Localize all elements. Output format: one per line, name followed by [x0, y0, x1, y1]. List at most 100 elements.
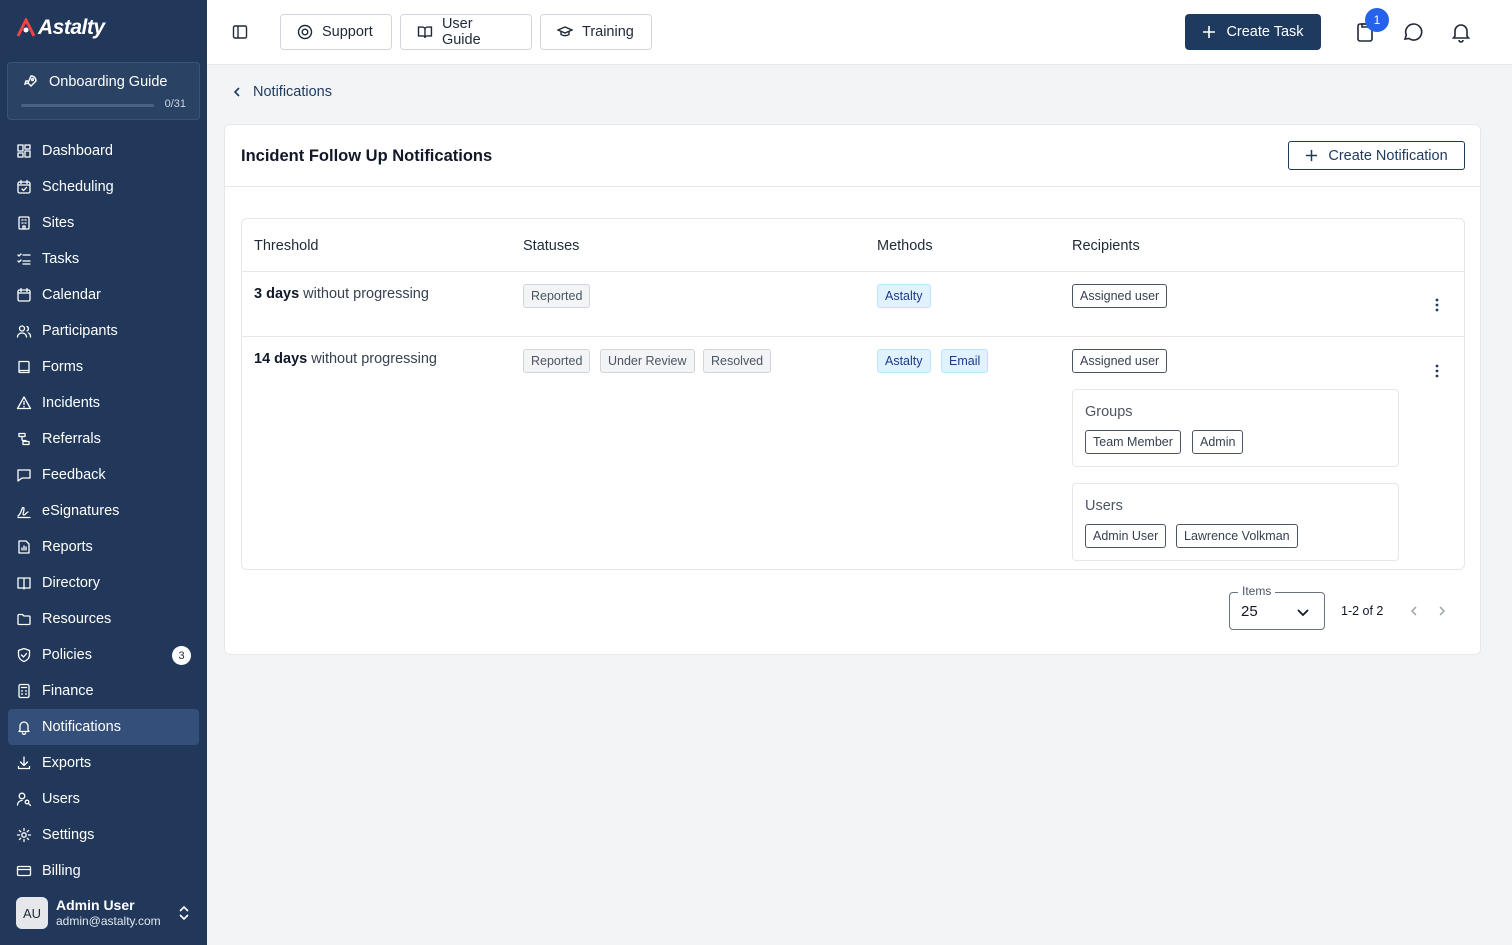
sidebar-item-participants[interactable]: Participants: [8, 313, 199, 349]
sidebar-item-label: Resources: [42, 611, 112, 627]
items-value: 25: [1241, 603, 1258, 620]
sidebar-item-users[interactable]: Users: [8, 781, 199, 817]
sidebar-item-finance[interactable]: Finance: [8, 673, 199, 709]
column-header-recipients: Recipients: [1072, 238, 1140, 254]
method-badge: Email: [941, 349, 989, 373]
sidebar-nav: Dashboard Scheduling Sites Tasks Calendar Par…: [8, 133, 199, 889]
items-label: Items: [1238, 584, 1276, 598]
sidebar-item-tasks[interactable]: Tasks: [8, 241, 199, 277]
row-actions-kebab-icon[interactable]: [1429, 363, 1445, 379]
rocket-icon: [23, 75, 37, 87]
training-label: Training: [582, 24, 634, 40]
status-badge: Under Review: [600, 349, 695, 373]
onboarding-progress-count: 0/31: [164, 98, 186, 110]
sidebar-item-label: Sites: [42, 215, 75, 231]
method-badge: Astalty: [877, 349, 931, 373]
sidebar-item-label: Settings: [42, 827, 95, 843]
sidebar-item-directory[interactable]: Directory: [8, 565, 199, 601]
notifications-card: Incident Follow Up Notifications Create …: [224, 124, 1481, 655]
sidebar-item-policies[interactable]: Policies 3: [8, 637, 199, 673]
app-logo[interactable]: Astalty: [16, 16, 105, 39]
user-email: admin@astalty.com: [56, 914, 161, 928]
user-badge: Lawrence Volkman: [1176, 524, 1298, 548]
create-task-button[interactable]: Create Task: [1185, 14, 1321, 50]
support-button[interactable]: Support: [280, 14, 392, 50]
top-header: Support User Guide Training Create Task …: [207, 0, 1512, 65]
column-header-threshold: Threshold: [254, 238, 319, 254]
items-per-page-select[interactable]: Items 25: [1229, 584, 1325, 630]
list-checks-icon: [17, 253, 31, 265]
onboarding-progress-bar: [21, 104, 154, 107]
user-guide-button[interactable]: User Guide: [400, 14, 532, 50]
sidebar-item-forms[interactable]: Forms: [8, 349, 199, 385]
chevron-left-icon: [233, 87, 240, 97]
sidebar-item-incidents[interactable]: Incidents: [8, 385, 199, 421]
sidebar: Astalty Onboarding Guide 0/31 Dashboard S…: [0, 0, 207, 945]
folder-icon: [17, 613, 31, 626]
sidebar-item-exports[interactable]: Exports: [8, 745, 199, 781]
sidebar-item-calendar[interactable]: Calendar: [8, 277, 199, 313]
shield-icon: [17, 647, 31, 663]
sidebar-item-label: Participants: [42, 323, 118, 339]
sidebar-item-feedback[interactable]: Feedback: [8, 457, 199, 493]
chevron-down-icon: [1297, 609, 1309, 617]
sidebar-item-sites[interactable]: Sites: [8, 205, 199, 241]
sidebar-item-esignatures[interactable]: eSignatures: [8, 493, 199, 529]
bell-icon[interactable]: [1449, 20, 1473, 44]
sidebar-item-notifications[interactable]: Notifications: [8, 709, 199, 745]
card-icon: [16, 865, 32, 877]
message-icon: [17, 469, 31, 482]
row-actions-kebab-icon[interactable]: [1429, 297, 1445, 313]
sidebar-item-dashboard[interactable]: Dashboard: [8, 133, 199, 169]
status-badge: Resolved: [703, 349, 772, 373]
create-notification-label: Create Notification: [1328, 147, 1448, 164]
support-label: Support: [322, 24, 373, 40]
graduation-cap-icon: [557, 26, 573, 37]
sidebar-item-label: Feedback: [42, 467, 106, 483]
next-page-icon[interactable]: [1436, 605, 1448, 617]
status-badge: Reported: [523, 284, 591, 308]
sidebar-item-billing[interactable]: Billing: [8, 853, 199, 889]
onboarding-title: Onboarding Guide: [49, 74, 168, 90]
sidebar-item-label: Scheduling: [42, 179, 114, 195]
sidebar-item-label: Users: [42, 791, 80, 807]
calendar-icon: [17, 287, 31, 302]
sidebar-item-label: Finance: [42, 683, 94, 699]
sidebar-item-label: Directory: [42, 575, 101, 591]
plus-icon: [1203, 26, 1216, 38]
sidebar-item-badge: 3: [172, 646, 191, 665]
gear-icon: [16, 827, 32, 843]
sidebar-item-reports[interactable]: Reports: [8, 529, 199, 565]
group-badge: Admin: [1192, 430, 1244, 454]
logo-mark-icon: [16, 18, 36, 37]
header-divider: [242, 271, 1464, 272]
card-header: Incident Follow Up Notifications Create …: [225, 125, 1480, 187]
dashboard-icon: [17, 144, 31, 158]
chat-icon[interactable]: [1401, 20, 1425, 44]
onboarding-guide[interactable]: Onboarding Guide 0/31: [7, 62, 200, 120]
sidebar-toggle-icon[interactable]: [232, 24, 248, 40]
row-divider: [242, 336, 1464, 337]
referral-icon: [18, 432, 30, 446]
training-button[interactable]: Training: [540, 14, 652, 50]
method-badge: Astalty: [877, 284, 931, 308]
sidebar-item-referrals[interactable]: Referrals: [8, 421, 199, 457]
chevrons-up-down-icon: [179, 905, 189, 921]
sidebar-item-label: Calendar: [42, 287, 101, 303]
sidebar-item-label: eSignatures: [42, 503, 120, 519]
threshold-cell: 14 days without progressing: [254, 351, 437, 367]
plus-icon: [1306, 149, 1318, 162]
user-menu[interactable]: AU Admin User admin@astalty.com: [16, 896, 199, 930]
breadcrumb[interactable]: Notifications: [231, 84, 332, 100]
create-notification-button[interactable]: Create Notification: [1288, 141, 1465, 170]
user-key-icon: [16, 792, 32, 807]
sidebar-item-resources[interactable]: Resources: [8, 601, 199, 637]
sidebar-item-label: Tasks: [42, 251, 80, 267]
sidebar-item-settings[interactable]: Settings: [8, 817, 199, 853]
sidebar-item-label: Exports: [42, 755, 92, 771]
previous-page-icon[interactable]: [1408, 605, 1420, 617]
bell-icon: [18, 721, 30, 735]
sidebar-item-scheduling[interactable]: Scheduling: [8, 169, 199, 205]
user-name: Admin User: [56, 897, 135, 913]
sidebar-item-label: Forms: [42, 359, 84, 375]
